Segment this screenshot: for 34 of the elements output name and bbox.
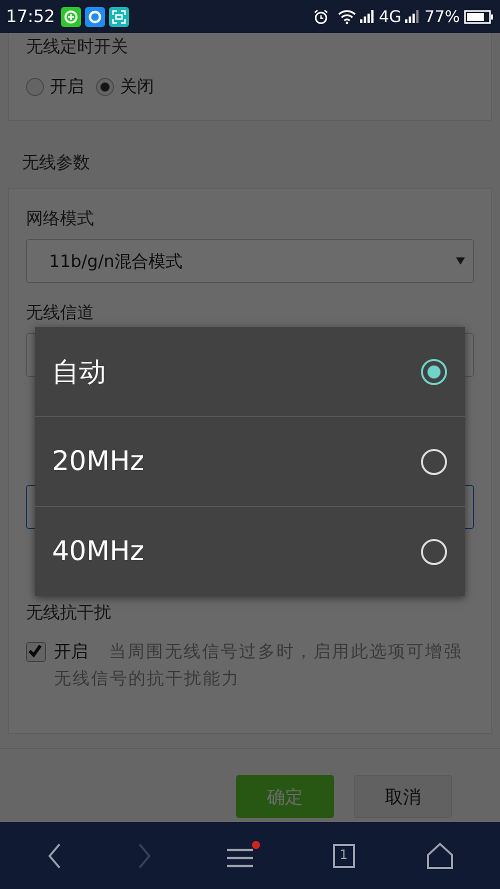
dialog-option[interactable]: 自动 — [35, 327, 465, 416]
radio-button[interactable] — [421, 538, 447, 564]
wifi-icon — [338, 8, 356, 24]
clock-text: 17:52 — [6, 6, 55, 26]
select-value: 11b/g/n混合模式 — [49, 250, 182, 272]
section-heading: 无线参数 — [22, 152, 90, 174]
option-label: 40MHz — [52, 536, 144, 567]
radio-option[interactable]: 关闭 — [96, 75, 154, 98]
option-label: 20MHz — [52, 446, 144, 477]
signal-icon — [360, 10, 375, 23]
app-icon — [85, 6, 105, 26]
network-text: 4G — [378, 7, 402, 26]
checkbox[interactable] — [26, 642, 46, 662]
alarm-icon — [312, 8, 330, 24]
select-field[interactable]: 11b/g/n混合模式 — [26, 239, 474, 283]
field-label: 无线定时开关 — [26, 36, 128, 59]
home-icon[interactable] — [426, 842, 454, 870]
scan-icon — [109, 6, 129, 26]
app-icon — [61, 6, 81, 26]
battery-text: 77% — [424, 7, 460, 26]
caret-icon — [456, 257, 465, 265]
cancel-button[interactable]: 取消 — [354, 775, 452, 818]
dialog-option[interactable]: 40MHz — [35, 506, 465, 596]
radio-button[interactable] — [421, 448, 447, 474]
field-label: 无线抗干扰 — [26, 602, 111, 625]
field-label: 无线信道 — [26, 302, 94, 325]
field-label: 网络模式 — [26, 208, 94, 231]
dialog-option[interactable]: 20MHz — [35, 416, 465, 506]
battery-icon — [464, 10, 494, 24]
radio-option[interactable]: 开启 — [26, 75, 84, 98]
tabs-button[interactable]: 1 — [332, 844, 355, 868]
signal-icon — [405, 10, 420, 23]
option-label: 自动 — [52, 356, 106, 390]
radio-button[interactable] — [421, 358, 447, 384]
